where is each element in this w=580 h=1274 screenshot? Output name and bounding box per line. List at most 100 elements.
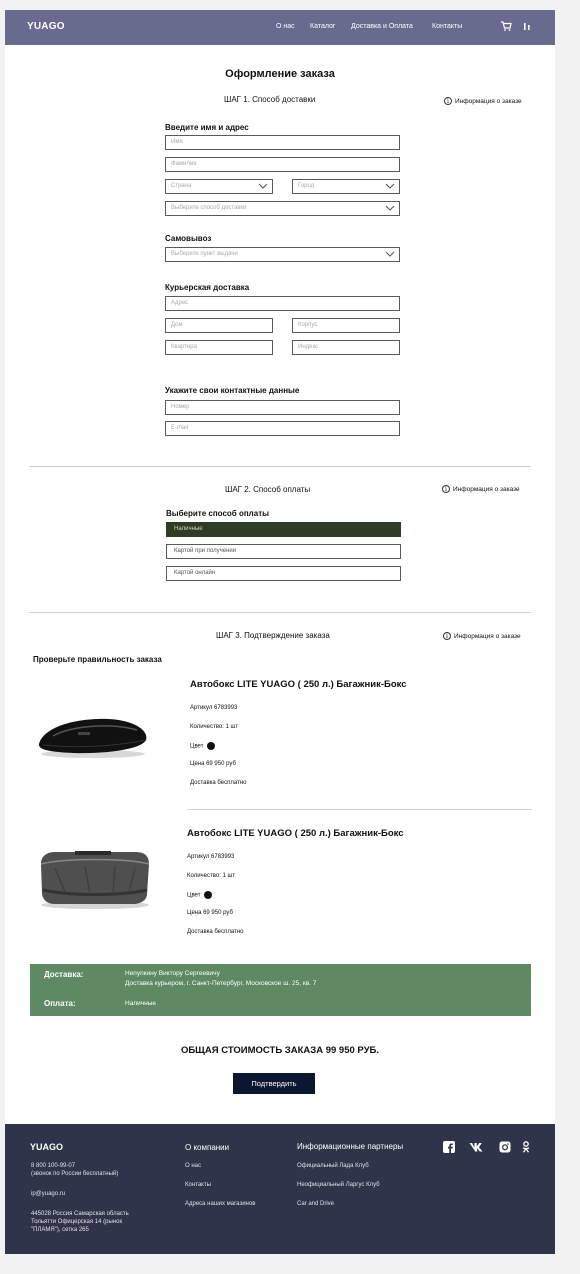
chevron-down-icon bbox=[385, 183, 395, 189]
apartment-input[interactable]: Квартира bbox=[165, 340, 273, 355]
footer-link-about[interactable]: О нас bbox=[185, 1162, 201, 1170]
divider bbox=[29, 612, 531, 613]
divider bbox=[29, 466, 531, 467]
delivery-address: Доставка курьером, г. Санкт-Петербург, М… bbox=[125, 980, 317, 987]
chevron-down-icon bbox=[385, 205, 395, 211]
product-article: Артикул 6783993 bbox=[187, 854, 235, 860]
product-delivery: Доставка бесплатно bbox=[187, 929, 244, 935]
product-color: Цвет bbox=[190, 742, 216, 750]
check-order-heading: Проверьте правильность заказа bbox=[33, 655, 162, 664]
name-address-heading: Введите имя и адрес bbox=[165, 123, 249, 132]
country-placeholder: Страна bbox=[171, 183, 192, 189]
facebook-icon[interactable] bbox=[443, 1141, 455, 1153]
building-input[interactable]: Корпус bbox=[292, 318, 400, 333]
footer-logo[interactable]: YUAGO bbox=[30, 1142, 63, 1152]
nav-catalog[interactable]: Каталог bbox=[310, 23, 335, 30]
product-price: Цена 69 950 руб bbox=[190, 761, 236, 767]
house-input[interactable]: Дом bbox=[165, 318, 273, 333]
order-info-link-2[interactable]: i Информация о заказе bbox=[442, 485, 520, 493]
info-icon: i bbox=[444, 97, 452, 105]
footer-link-car-and-drive[interactable]: Car and Drive bbox=[297, 1200, 334, 1208]
product-quantity: Количество: 1 шт bbox=[190, 724, 239, 730]
order-total: ОБЩАЯ СТОИМОСТЬ ЗАКАЗА 99 950 РУБ. bbox=[180, 1045, 380, 1056]
payment-label: Оплата: bbox=[44, 999, 76, 1008]
payment-option-card-online[interactable]: Картой онлайн bbox=[166, 566, 401, 581]
delivery-label: Доставка: bbox=[44, 970, 84, 979]
product-image bbox=[38, 718, 147, 758]
info-icon: i bbox=[442, 485, 450, 493]
courier-heading: Курьерская доставка bbox=[165, 283, 250, 292]
product-price: Цена 69 950 руб bbox=[187, 910, 233, 916]
contacts-heading: Укажите свои контактные данные bbox=[165, 386, 300, 395]
product-divider bbox=[187, 809, 532, 810]
delivery-method-placeholder: Выберите способ доставки bbox=[171, 205, 247, 211]
last-name-input[interactable]: Фамилия bbox=[165, 157, 400, 172]
color-swatch bbox=[204, 891, 213, 899]
pickup-placeholder: Выберите пункт выдачи bbox=[171, 251, 238, 257]
order-info-label: Информация о заказе bbox=[453, 485, 520, 493]
nav-about[interactable]: О нас bbox=[276, 23, 295, 30]
footer-company-heading: О компании bbox=[185, 1143, 230, 1152]
vk-icon[interactable] bbox=[469, 1141, 485, 1153]
product-delivery: Доставка бесплатно bbox=[190, 780, 247, 786]
footer-address-line: 445028 Россия Самарская область bbox=[31, 1211, 129, 1217]
logo[interactable]: YUAGO bbox=[27, 21, 65, 32]
product-color: Цвет bbox=[187, 891, 213, 899]
nav-delivery-payment[interactable]: Доставка и Оплата bbox=[351, 23, 413, 30]
phone-input[interactable]: Номер bbox=[165, 400, 400, 415]
order-info-link-1[interactable]: i Информация о заказе bbox=[444, 97, 522, 105]
nav-contacts[interactable]: Контакты bbox=[432, 23, 462, 30]
page-title: Оформление заказа bbox=[225, 68, 335, 80]
product-image bbox=[40, 851, 150, 909]
payment-option-card-on-receipt[interactable]: Картой при получении bbox=[166, 544, 401, 559]
top-header: YUAGO О нас Каталог Доставка и Оплата Ко… bbox=[5, 10, 555, 45]
address-input[interactable]: Адрес bbox=[165, 296, 400, 311]
city-select[interactable]: Город bbox=[292, 179, 400, 194]
pickup-point-select[interactable]: Выберите пункт выдачи bbox=[165, 247, 400, 262]
delivery-recipient: Непупкину Виктору Сергеевичу bbox=[125, 970, 220, 977]
product-article: Артикул 6783993 bbox=[190, 705, 238, 711]
step2-title: ШАГ 2. Способ оплаты bbox=[225, 485, 311, 494]
compare-icon[interactable] bbox=[521, 20, 533, 32]
delivery-method-select[interactable]: Выберите способ доставки bbox=[165, 201, 400, 216]
footer-link-lada-club[interactable]: Официальный Лада Клуб bbox=[297, 1162, 369, 1170]
step3-title: ШАГ 3. Подтверждение заказа bbox=[216, 631, 330, 640]
pickup-heading: Самовывоз bbox=[165, 234, 212, 243]
payment-heading: Выберите способ оплаты bbox=[166, 509, 269, 518]
footer-email[interactable]: ip@yuago.ru bbox=[31, 1190, 65, 1198]
footer-phone-note: (звонок по России бесплатный) bbox=[31, 1171, 119, 1177]
cart-icon[interactable] bbox=[500, 20, 512, 32]
color-swatch bbox=[207, 742, 216, 750]
chevron-down-icon bbox=[258, 183, 268, 189]
confirm-button[interactable]: Подтвердить bbox=[233, 1073, 315, 1094]
footer-address-line: Тольятти Офицерская 14 (рынок bbox=[31, 1219, 123, 1225]
color-label: Цвет bbox=[187, 892, 201, 899]
order-summary: Доставка: Непупкину Виктору Сергеевичу Д… bbox=[30, 964, 531, 1016]
footer-partners-heading: Информационные партнеры bbox=[297, 1142, 404, 1151]
order-info-label: Информация о заказе bbox=[455, 97, 522, 105]
footer-phone[interactable]: 8 800 100-99-07 bbox=[31, 1162, 75, 1170]
country-select[interactable]: Страна bbox=[165, 179, 273, 194]
product-title[interactable]: Автобокс LITE YUAGO ( 250 л.) Багажник-Б… bbox=[190, 679, 407, 690]
order-info-label: Информация о заказе bbox=[454, 632, 521, 640]
footer-link-stores[interactable]: Адреса наших магазинов bbox=[185, 1200, 255, 1208]
instagram-icon[interactable] bbox=[499, 1141, 511, 1153]
first-name-input[interactable]: Имя bbox=[165, 135, 400, 150]
odnoklassniki-icon[interactable] bbox=[520, 1141, 532, 1153]
product-quantity: Количество: 1 шт bbox=[187, 873, 236, 879]
chevron-down-icon bbox=[385, 251, 395, 257]
city-placeholder: Город bbox=[298, 183, 315, 189]
product-title[interactable]: Автобокс LITE YUAGO ( 250 л.) Багажник-Б… bbox=[187, 828, 404, 839]
footer: YUAGO 8 800 100-99-07 (звонок по России … bbox=[5, 1124, 555, 1254]
info-icon: i bbox=[443, 632, 451, 640]
footer-address-line: "ПЛАМЯ"), сетка 265 bbox=[31, 1227, 89, 1233]
footer-link-contacts[interactable]: Контакты bbox=[185, 1181, 211, 1189]
payment-option-cash[interactable]: Наличные bbox=[166, 522, 401, 537]
email-input[interactable]: E-mail bbox=[165, 421, 400, 436]
color-label: Цвет bbox=[190, 743, 204, 750]
footer-link-largus-club[interactable]: Неофициальный Ларгус Клуб bbox=[297, 1181, 380, 1189]
order-info-link-3[interactable]: i Информация о заказе bbox=[443, 632, 521, 640]
index-input[interactable]: Индекс bbox=[292, 340, 400, 355]
step1-title: ШАГ 1. Способ доставки bbox=[224, 95, 316, 104]
checkout-page: YUAGO О нас Каталог Доставка и Оплата Ко… bbox=[5, 10, 555, 1254]
